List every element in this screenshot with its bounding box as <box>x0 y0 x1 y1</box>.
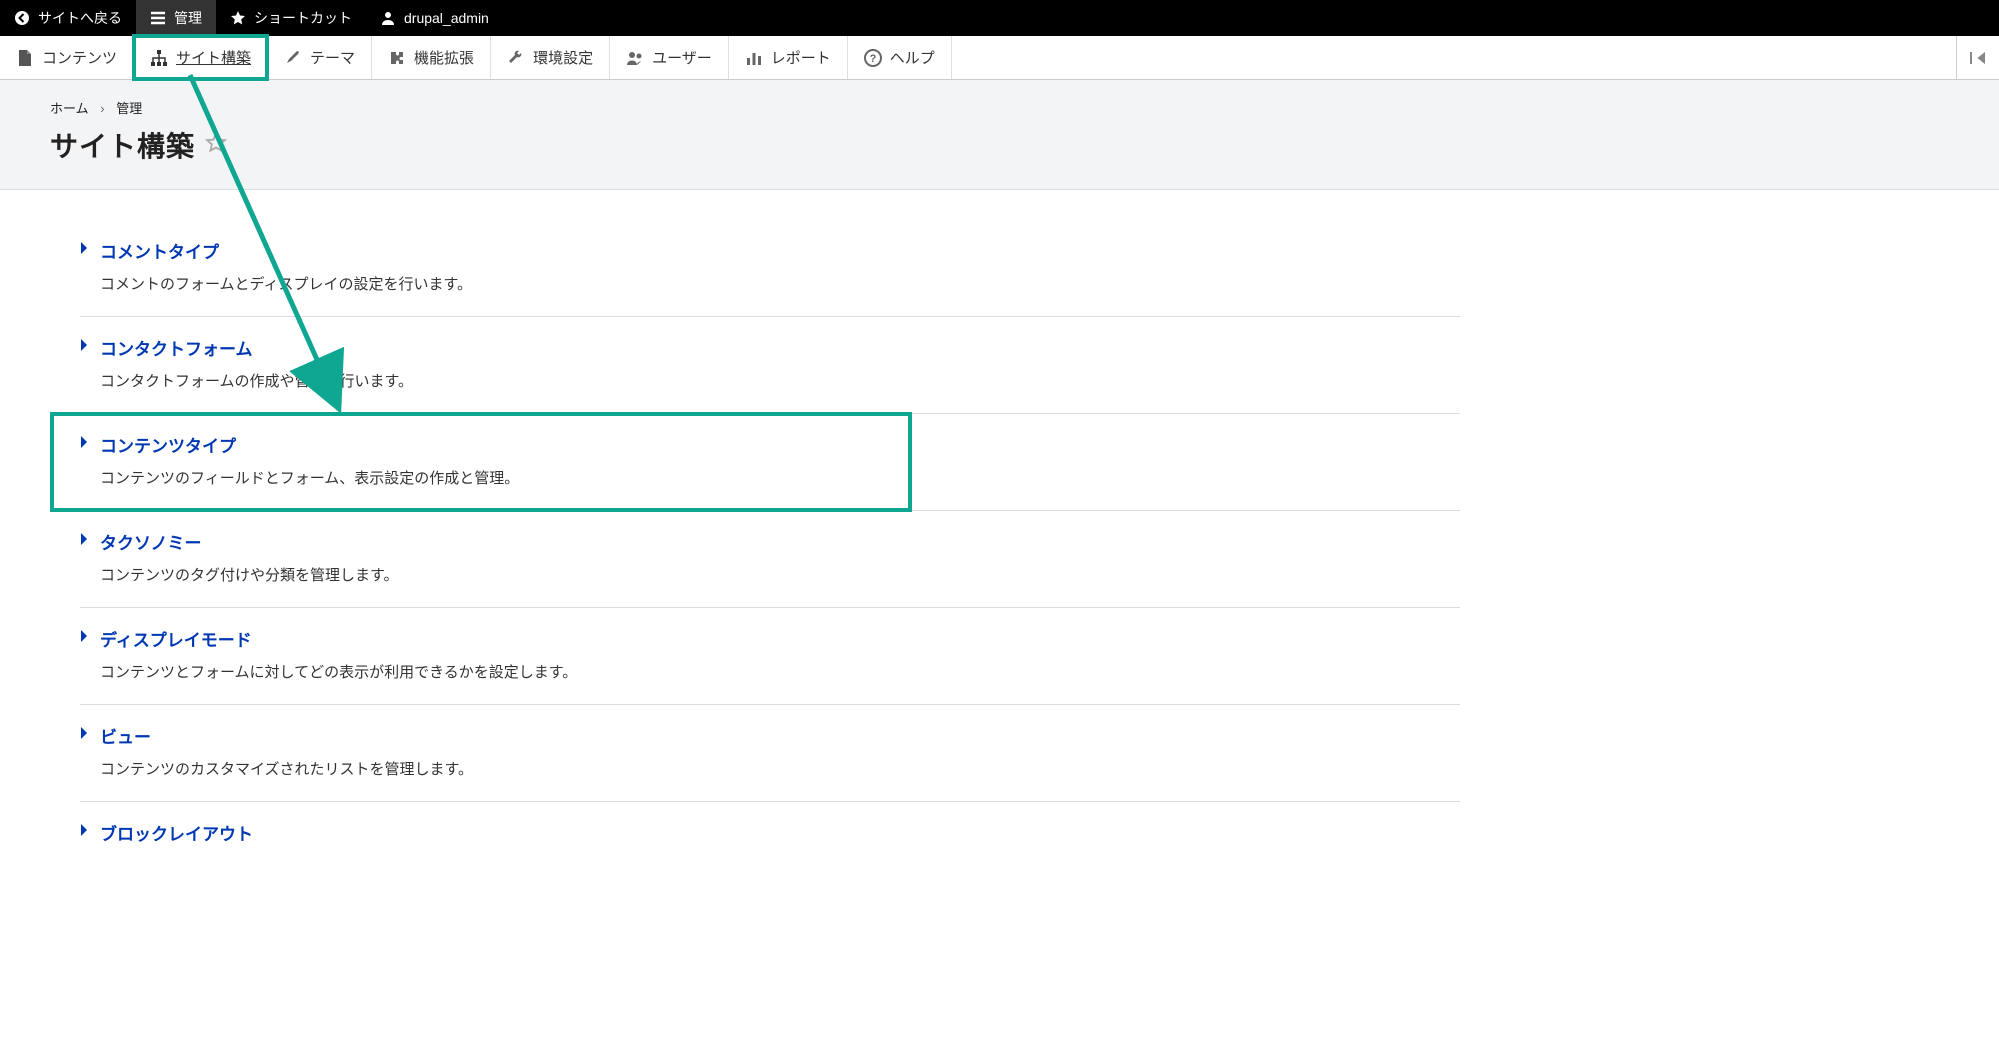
structure-item-views[interactable]: ビュー コンテンツのカスタマイズされたリストを管理します。 <box>80 705 1460 802</box>
nav-content[interactable]: コンテンツ <box>0 36 134 79</box>
nav-label: 機能拡張 <box>414 47 474 68</box>
nav-collapse-toggle[interactable] <box>1956 36 1999 79</box>
chevron-right-icon <box>80 435 90 454</box>
nav-label: 環境設定 <box>533 47 593 68</box>
page-header: ホーム › 管理 サイト構築 <box>0 80 1999 190</box>
structure-icon <box>150 49 168 67</box>
item-title: タクソノミー <box>100 529 202 554</box>
structure-item-taxonomy[interactable]: タクソノミー コンテンツのタグ付けや分類を管理します。 <box>80 511 1460 608</box>
nav-label: レポート <box>771 47 831 68</box>
chevron-right-icon <box>80 823 90 842</box>
structure-list: コメントタイプ コメントのフォームとディスプレイの設定を行います。 コンタクトフ… <box>80 220 1460 845</box>
nav-label: テーマ <box>310 47 355 68</box>
breadcrumb-separator: › <box>100 101 104 116</box>
brush-icon <box>284 49 302 67</box>
back-to-site-link[interactable]: サイトへ戻る <box>0 0 136 36</box>
content-area: コメントタイプ コメントのフォームとディスプレイの設定を行います。 コンタクトフ… <box>0 190 1999 845</box>
item-title: ディスプレイモード <box>100 626 252 651</box>
star-icon <box>230 10 246 26</box>
structure-item-contact-forms[interactable]: コンタクトフォーム コンタクトフォームの作成や管理を行います。 <box>80 317 1460 414</box>
people-icon <box>626 49 644 67</box>
structure-item-comment-types[interactable]: コメントタイプ コメントのフォームとディスプレイの設定を行います。 <box>80 220 1460 317</box>
structure-item-block-layout[interactable]: ブロックレイアウト <box>80 802 1460 845</box>
item-description: コメントのフォームとディスプレイの設定を行います。 <box>80 273 1460 294</box>
item-description: コンテンツのフィールドとフォーム、表示設定の作成と管理。 <box>80 467 1460 488</box>
nav-help[interactable]: ? ヘルプ <box>848 36 952 79</box>
nav-structure[interactable]: サイト構築 <box>134 36 268 79</box>
wrench-icon <box>507 49 525 67</box>
favorite-star-icon[interactable] <box>205 132 227 159</box>
manage-menu[interactable]: 管理 <box>136 0 216 36</box>
item-description: コンテンツのタグ付けや分類を管理します。 <box>80 564 1460 585</box>
nav-label: ヘルプ <box>890 47 935 68</box>
nav-label: サイト構築 <box>176 47 251 68</box>
page-title: サイト構築 <box>50 125 195 165</box>
nav-appearance[interactable]: テーマ <box>268 36 372 79</box>
item-title: コンテンツタイプ <box>100 432 236 457</box>
chevron-right-icon <box>80 629 90 648</box>
item-title: コンタクトフォーム <box>100 335 253 360</box>
chevron-right-icon <box>80 726 90 745</box>
item-description: コンタクトフォームの作成や管理を行います。 <box>80 370 1460 391</box>
file-icon <box>16 49 34 67</box>
item-description: コンテンツとフォームに対してどの表示が利用できるかを設定します。 <box>80 661 1460 682</box>
help-icon: ? <box>864 49 882 67</box>
username-label: drupal_admin <box>404 10 489 26</box>
structure-item-display-modes[interactable]: ディスプレイモード コンテンツとフォームに対してどの表示が利用できるかを設定しま… <box>80 608 1460 705</box>
chevron-right-icon <box>80 338 90 357</box>
collapse-icon <box>1969 49 1987 67</box>
manage-label: 管理 <box>174 8 202 28</box>
svg-text:?: ? <box>869 53 876 65</box>
chevron-right-icon <box>80 532 90 551</box>
shortcuts-label: ショートカット <box>254 8 352 28</box>
chevron-right-icon <box>80 241 90 260</box>
admin-nav: コンテンツ サイト構築 テーマ 機能拡張 環境設定 ユーザー レポート ? ヘル… <box>0 36 1999 80</box>
breadcrumb-home[interactable]: ホーム <box>50 101 89 116</box>
hamburger-icon <box>150 10 166 26</box>
puzzle-icon <box>388 49 406 67</box>
nav-extend[interactable]: 機能拡張 <box>372 36 491 79</box>
nav-label: コンテンツ <box>42 47 117 68</box>
breadcrumb: ホーム › 管理 <box>50 98 1949 117</box>
top-toolbar: サイトへ戻る 管理 ショートカット drupal_admin <box>0 0 1999 36</box>
back-arrow-icon <box>14 10 30 26</box>
user-icon <box>380 10 396 26</box>
nav-reports[interactable]: レポート <box>729 36 848 79</box>
item-title: コメントタイプ <box>100 238 219 263</box>
item-title: ブロックレイアウト <box>100 820 253 845</box>
nav-label: ユーザー <box>652 47 712 68</box>
breadcrumb-manage[interactable]: 管理 <box>116 101 142 116</box>
item-title: ビュー <box>100 723 151 748</box>
item-description: コンテンツのカスタマイズされたリストを管理します。 <box>80 758 1460 779</box>
annotation-item-highlight <box>50 412 912 512</box>
nav-people[interactable]: ユーザー <box>610 36 729 79</box>
back-to-site-label: サイトへ戻る <box>38 8 122 28</box>
structure-item-content-types[interactable]: コンテンツタイプ コンテンツのフィールドとフォーム、表示設定の作成と管理。 <box>80 414 1460 511</box>
user-menu[interactable]: drupal_admin <box>366 0 503 36</box>
shortcuts-menu[interactable]: ショートカット <box>216 0 366 36</box>
bar-chart-icon <box>745 49 763 67</box>
nav-config[interactable]: 環境設定 <box>491 36 610 79</box>
